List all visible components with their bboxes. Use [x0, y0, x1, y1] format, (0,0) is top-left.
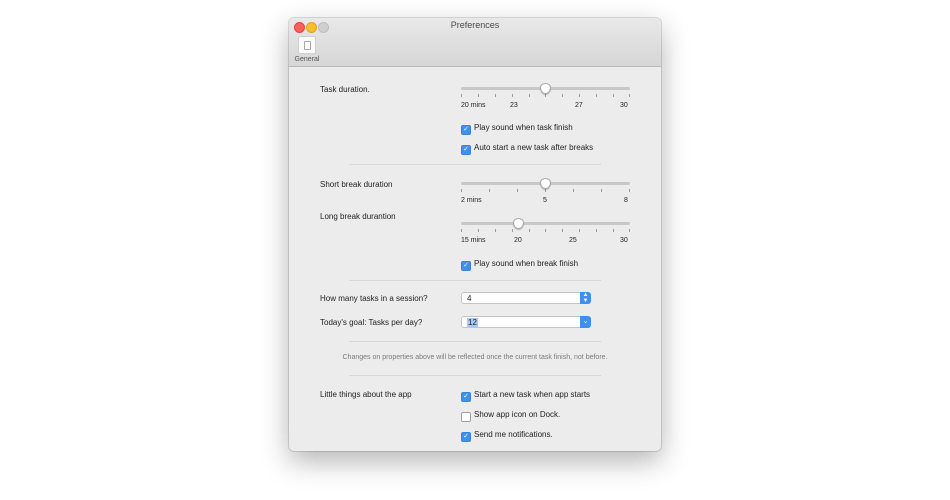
slider-tick	[545, 229, 546, 232]
slider-tick	[545, 189, 546, 192]
tasks-per-session-value: 4	[467, 294, 472, 303]
checkbox-label: Auto start a new task after breaks	[474, 143, 594, 152]
checkbox-label: Play sound when break finish	[474, 259, 579, 268]
tick-label: 15 mins	[461, 237, 486, 244]
tick-label: 8	[624, 197, 628, 204]
slider-tick	[601, 189, 602, 192]
slider-tick	[562, 229, 563, 232]
window-title: Preferences	[450, 20, 500, 30]
show-dock-icon-checkbox[interactable]: ✓Show app icon on Dock.	[461, 410, 560, 422]
slider-tick	[512, 229, 513, 232]
task-duration-slider[interactable]: 20 mins 23 27 30	[461, 83, 630, 109]
slider-tick	[596, 229, 597, 232]
section-divider	[349, 375, 601, 376]
checkbox-label: Start a new task when app starts	[474, 390, 591, 399]
slider-tick	[613, 94, 614, 97]
slider-tick	[478, 94, 479, 97]
tick-label: 27	[575, 102, 583, 109]
task-duration-label: Task duration.	[320, 85, 370, 94]
slider-tick	[596, 94, 597, 97]
daily-goal-label: Today's goal: Tasks per day?	[320, 318, 423, 327]
slider-tick	[461, 189, 462, 192]
long-break-thumb[interactable]	[513, 218, 524, 229]
tick-label: 30	[620, 102, 628, 109]
checkbox-label: Show app icon on Dock.	[474, 410, 561, 419]
tick-label: 25	[569, 237, 577, 244]
tick-label: 20	[514, 237, 522, 244]
title-bar: Preferences General	[289, 18, 661, 67]
slider-tick	[629, 189, 630, 192]
auto-start-checkbox[interactable]: ✓ Auto start a new task after breaks	[461, 143, 593, 155]
slider-tick	[495, 94, 496, 97]
slider-tick	[629, 94, 630, 97]
start-new-task-checkbox[interactable]: ✓ Start a new task when app starts	[461, 390, 590, 402]
tasks-per-session-stepper[interactable]: 4 ▲ ▼	[461, 292, 591, 304]
slider-tick	[573, 189, 574, 192]
preferences-window: Preferences General Task duration. 20 mi…	[289, 18, 661, 451]
short-break-thumb[interactable]	[540, 178, 551, 189]
section-divider	[349, 280, 601, 281]
section-divider	[349, 341, 601, 342]
tick-label: 30	[620, 237, 628, 244]
slider-tick	[517, 189, 518, 192]
general-icon	[298, 36, 316, 54]
tick-label: 5	[543, 197, 547, 204]
tasks-per-session-label: How many tasks in a session?	[320, 294, 428, 303]
task-duration-thumb[interactable]	[540, 83, 551, 94]
checkbox-label: Send me notifications.	[474, 430, 553, 439]
long-break-label: Long break durantion	[320, 212, 396, 221]
slider-tick	[495, 229, 496, 232]
notifications-checkbox[interactable]: ✓ Send me notifications.	[461, 430, 553, 442]
checkbox-label: Play sound when task finish	[474, 123, 573, 132]
slider-tick	[545, 94, 546, 97]
play-sound-break-checkbox[interactable]: ✓ Play sound when break finish	[461, 259, 578, 271]
long-break-slider[interactable]: 15 mins 20 25 30	[461, 218, 630, 244]
section-divider	[349, 164, 601, 165]
tick-label: 20 mins	[461, 102, 486, 109]
slider-tick	[579, 229, 580, 232]
slider-tick	[461, 229, 462, 232]
toolbar-general-tab[interactable]: General	[293, 36, 321, 64]
slider-tick	[579, 94, 580, 97]
tick-label: 23	[510, 102, 518, 109]
slider-tick	[629, 229, 630, 232]
short-break-slider[interactable]: 2 mins 5 8	[461, 178, 630, 204]
toolbar-general-label: General	[294, 56, 320, 63]
play-sound-task-checkbox[interactable]: ✓ Play sound when task finish	[461, 123, 573, 135]
slider-tick	[529, 229, 530, 232]
daily-goal-dropdown[interactable]: 12 ⌄	[461, 316, 591, 328]
checkmark-icon: ✓	[461, 432, 471, 442]
daily-goal-value: 12	[467, 318, 478, 327]
slider-tick	[562, 94, 563, 97]
changes-note: Changes on properties above will be refl…	[342, 354, 608, 361]
tick-label: 2 mins	[461, 197, 482, 204]
slider-tick	[461, 94, 462, 97]
checkmark-icon: ✓	[461, 261, 471, 271]
slider-track	[461, 222, 630, 225]
checkmark-icon: ✓	[461, 392, 471, 402]
short-break-label: Short break duration	[320, 180, 393, 189]
stepper-arrows-icon[interactable]: ▲ ▼	[580, 292, 591, 304]
chevron-down-icon[interactable]: ⌄	[580, 316, 591, 328]
checkbox-empty-icon: ✓	[461, 412, 471, 422]
checkmark-icon: ✓	[461, 145, 471, 155]
slider-tick	[478, 229, 479, 232]
checkmark-icon: ✓	[461, 125, 471, 135]
slider-tick	[613, 229, 614, 232]
slider-tick	[529, 94, 530, 97]
slider-tick	[489, 189, 490, 192]
app-settings-label: Little things about the app	[320, 390, 412, 399]
slider-tick	[512, 94, 513, 97]
